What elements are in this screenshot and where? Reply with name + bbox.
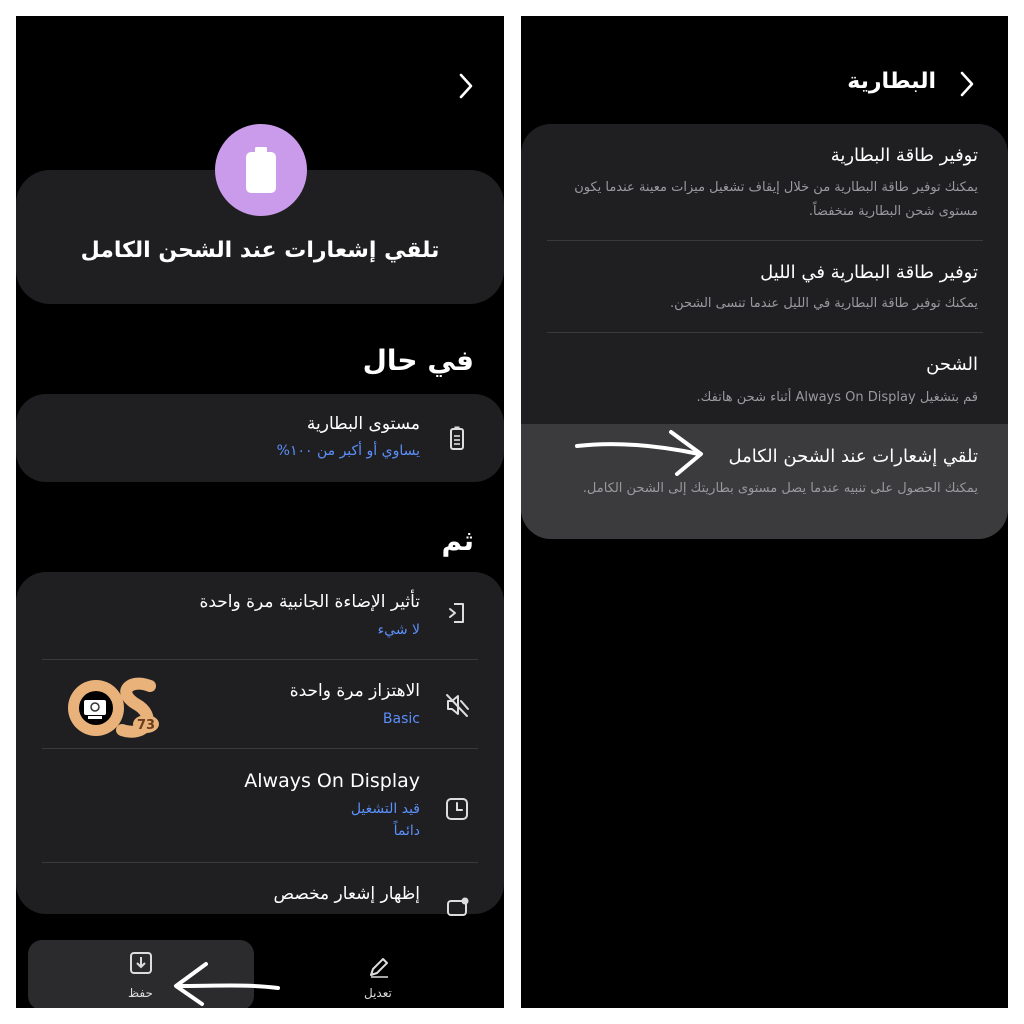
clock-icon [446,798,468,820]
action-value: لا شيء [377,622,420,638]
action-value-secondary: دائماً [393,823,420,839]
section-then-label: ثم [441,524,474,557]
action-value: قيد التشغيل [350,801,420,817]
condition-value: يساوي أو أكبر من ١٠٠% [276,443,420,459]
divider [42,659,478,660]
action-title: إظهار إشعار مخصص [273,884,421,904]
status-bar [16,16,504,24]
download-icon [130,952,152,974]
item-desc: يمكنك توفير طاقة البطارية في الليل عندما… [669,296,978,311]
vibration-off-icon [446,694,469,717]
action-value: Basic [382,711,420,727]
hero-title: تلقي إشعارات عند الشحن الكامل [80,238,440,263]
item-title: الشحن [926,354,978,375]
battery-icon [215,124,307,216]
left-screen: تلقي إشعارات عند الشحن الكامل في حال مست… [16,16,504,1008]
os73-logo: 73 [68,677,159,738]
right-screen: البطارية توفير طاقة البطارية يمكنك توفير… [521,16,1008,1008]
divider [42,862,478,863]
divider [547,332,983,333]
save-label: حفظ [128,986,153,1000]
item-title: توفير طاقة البطارية في الليل [760,262,978,283]
edit-label: تعديل [364,986,392,1000]
section-if-label: في حال [362,344,474,377]
status-bar [521,16,1008,24]
back-chevron-icon[interactable] [456,71,476,101]
condition-title: مستوى البطارية [306,414,420,434]
edge-lighting-icon [449,603,464,623]
condition-card[interactable]: مستوى البطارية يساوي أو أكبر من ١٠٠% [16,394,504,482]
item-desc: يمكنك توفير طاقة البطارية من خلال إيقاف … [574,180,978,219]
logo-number: 73 [137,718,155,733]
action-title: تأثير الإضاءة الجانبية مرة واحدة [199,592,420,612]
annotation-arrow [575,430,703,476]
back-chevron-icon[interactable] [957,69,977,99]
item-title: تلقي إشعارات عند الشحن الكامل [728,446,978,467]
item-title: توفير طاقة البطارية [830,145,978,166]
divider [42,748,478,749]
action-title: Always On Display [244,770,420,792]
page-title: البطارية [847,69,936,94]
divider [547,240,983,241]
pencil-icon [370,958,388,978]
battery-outline-icon [450,426,464,450]
annotation-arrow [174,962,280,1006]
notification-icon [447,897,469,916]
item-desc: قم بتشغيل Always On Display أثناء شحن ها… [696,390,978,405]
action-title: الاهتزاز مرة واحدة [289,681,420,701]
